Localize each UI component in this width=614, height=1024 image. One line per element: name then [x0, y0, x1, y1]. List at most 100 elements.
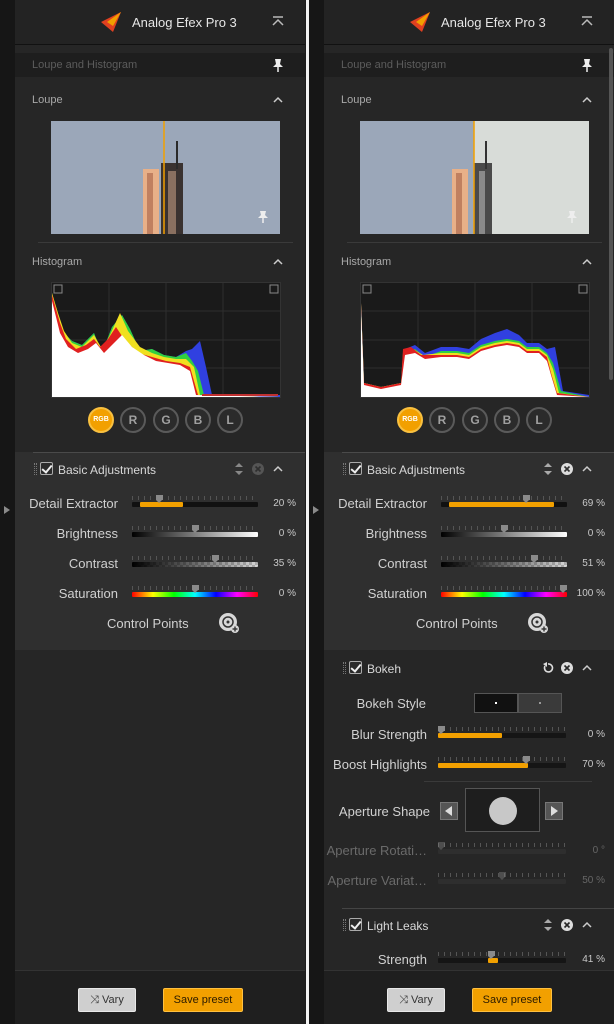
vary-button[interactable]: ⤨ Vary [387, 988, 445, 1012]
drag-handle-icon[interactable] [343, 463, 346, 475]
loupe-histogram-bar[interactable]: Loupe and Histogram [15, 53, 305, 77]
left-gutter[interactable] [0, 0, 15, 1024]
slider-handle[interactable] [487, 951, 495, 959]
loupe-pin-icon[interactable] [566, 210, 578, 224]
slider-track[interactable] [441, 592, 567, 597]
separator [424, 781, 592, 782]
histogram-label: Histogram [341, 256, 392, 268]
loupe-pin-icon[interactable] [257, 210, 269, 224]
slider-track[interactable] [441, 562, 567, 567]
slider-label: Blur Strength [351, 727, 427, 742]
slider-handle[interactable] [191, 585, 199, 593]
pin-icon[interactable] [270, 57, 286, 73]
pin-icon[interactable] [579, 57, 595, 73]
slider-value: 50 % [582, 875, 605, 886]
channel-l-button[interactable]: L [526, 407, 552, 433]
reset-x-icon[interactable] [561, 919, 573, 931]
aperture-prev-button[interactable] [440, 802, 458, 820]
channel-rgb-button[interactable]: RGB [397, 407, 423, 433]
slider-handle[interactable] [155, 495, 163, 503]
channel-b-button[interactable]: B [494, 407, 520, 433]
basic-enable-checkbox[interactable] [349, 462, 362, 475]
expand-arrow-icon[interactable] [313, 506, 319, 514]
slider-ticks [438, 757, 566, 761]
drag-handle-icon[interactable] [34, 463, 37, 475]
reorder-icon[interactable] [233, 463, 245, 475]
channel-r-button[interactable]: R [120, 407, 146, 433]
slider-ticks [438, 727, 566, 731]
chevron-up-icon[interactable] [581, 919, 593, 931]
slider-label: Detail Extractor [29, 496, 118, 511]
save-preset-button[interactable]: Save preset [472, 988, 552, 1012]
slider-handle[interactable] [523, 495, 531, 503]
channel-g-button[interactable]: G [153, 407, 179, 433]
loupe-label: Loupe [32, 94, 63, 106]
chevron-up-icon[interactable] [581, 256, 593, 268]
chevron-up-icon[interactable] [581, 94, 593, 106]
histogram-graph [360, 282, 590, 398]
middle-gutter[interactable] [309, 0, 324, 1024]
chevron-up-icon[interactable] [272, 94, 284, 106]
slider-label: Aperture Variat… [327, 873, 427, 888]
channel-g-button[interactable]: G [462, 407, 488, 433]
add-control-point-icon[interactable] [218, 612, 240, 634]
slider-label: Brightness [56, 526, 118, 541]
drag-handle-icon[interactable] [343, 662, 346, 674]
reset-x-icon[interactable] [561, 463, 573, 475]
channel-b-button[interactable]: B [185, 407, 211, 433]
vary-button[interactable]: ⤨ Vary [78, 988, 136, 1012]
collapse-top-icon[interactable] [270, 14, 286, 30]
slider-value: 70 % [582, 759, 605, 770]
slider-handle[interactable] [522, 756, 530, 764]
panel-divider [306, 0, 309, 1024]
light-leaks-enable-checkbox[interactable] [349, 918, 362, 931]
slider-handle[interactable] [530, 555, 538, 563]
loupe-histogram-bar[interactable]: Loupe and Histogram [324, 53, 614, 77]
chevron-up-icon[interactable] [581, 662, 593, 674]
basic-enable-checkbox[interactable] [40, 462, 53, 475]
bokeh-enable-checkbox[interactable] [349, 661, 362, 674]
chevron-up-icon[interactable] [272, 256, 284, 268]
bokeh-style-option-1[interactable] [474, 693, 518, 713]
slider-label: Detail Extractor [338, 496, 427, 511]
histogram-label: Histogram [32, 256, 83, 268]
aperture-shape-preview [465, 788, 540, 832]
slider-handle[interactable] [191, 525, 199, 533]
undo-icon[interactable] [542, 662, 554, 674]
save-preset-button[interactable]: Save preset [163, 988, 243, 1012]
bokeh-style-option-2[interactable] [518, 693, 562, 713]
collapse-top-icon[interactable] [579, 14, 595, 30]
slider-handle[interactable] [500, 525, 508, 533]
scrollbar[interactable] [609, 48, 613, 380]
loupe-histogram-title: Loupe and Histogram [341, 59, 447, 71]
reset-x-icon[interactable] [561, 662, 573, 674]
footer-bar: ⤨ Vary Save preset [15, 970, 305, 1024]
slider-ticks [441, 556, 567, 560]
separator [33, 452, 305, 453]
expand-arrow-icon[interactable] [4, 506, 10, 514]
reorder-icon[interactable] [542, 919, 554, 931]
slider-track[interactable] [438, 849, 566, 854]
slider-handle[interactable] [212, 555, 220, 563]
slider-label: Saturation [58, 586, 118, 601]
slider-value: 0 % [278, 588, 296, 599]
slider-value: 51 % [582, 558, 605, 569]
slider-handle[interactable] [438, 726, 445, 734]
chevron-up-icon[interactable] [272, 463, 284, 475]
slider-track[interactable] [438, 958, 566, 963]
reorder-icon[interactable] [542, 463, 554, 475]
drag-handle-icon[interactable] [343, 919, 346, 931]
add-control-point-icon[interactable] [527, 612, 549, 634]
slider-handle[interactable] [438, 842, 445, 850]
chevron-up-icon[interactable] [581, 463, 593, 475]
channel-r-button[interactable]: R [429, 407, 455, 433]
loupe-preview[interactable] [360, 121, 589, 234]
aperture-circle [489, 797, 517, 825]
aperture-next-button[interactable] [545, 802, 563, 820]
slider-handle[interactable] [498, 872, 506, 880]
slider-track[interactable] [132, 562, 258, 567]
channel-l-button[interactable]: L [217, 407, 243, 433]
reset-x-icon[interactable] [252, 463, 264, 475]
channel-rgb-button[interactable]: RGB [88, 407, 114, 433]
loupe-preview[interactable] [51, 121, 280, 234]
